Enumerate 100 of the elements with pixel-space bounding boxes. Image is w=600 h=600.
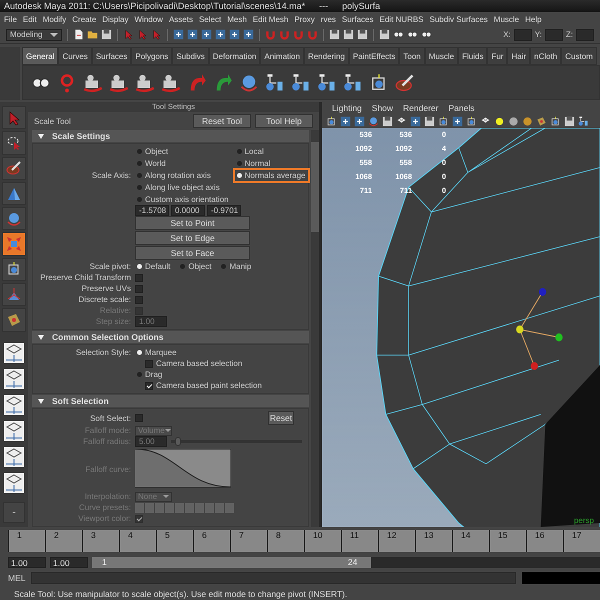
tool-button[interactable] (2, 207, 26, 230)
caret-icon[interactable] (164, 429, 171, 432)
menu-item[interactable]: Window (134, 14, 163, 24)
menu-item[interactable]: Edit (22, 14, 37, 24)
radio-button[interactable] (180, 264, 186, 269)
folder-icon[interactable] (87, 29, 98, 40)
radio-button[interactable] (236, 161, 242, 166)
save-icon[interactable] (424, 116, 435, 126)
checkbox[interactable] (145, 360, 153, 368)
shelf-tab[interactable]: General (22, 47, 58, 65)
coordinate-field[interactable] (514, 28, 532, 40)
document-icon[interactable] (73, 29, 84, 40)
radio-button[interactable] (221, 264, 226, 269)
number-field[interactable]: -1.5708 (135, 205, 169, 216)
panel-button[interactable]: Tool Help (255, 114, 313, 128)
menu-item[interactable]: Help (525, 14, 542, 24)
triangle-icon[interactable] (38, 398, 44, 404)
checkbox[interactable] (145, 382, 153, 390)
falloff-curve-graph[interactable] (135, 449, 231, 489)
shelf-tab[interactable]: nCloth (530, 47, 562, 65)
node-icon[interactable] (265, 72, 285, 92)
save-icon[interactable] (329, 29, 340, 40)
tool-button[interactable] (2, 182, 26, 206)
menu-item[interactable]: Panels (448, 103, 474, 113)
arrow-cursor-icon[interactable] (151, 29, 162, 40)
caret-icon[interactable] (50, 32, 58, 36)
panel-button[interactable]: Reset Tool (193, 114, 251, 128)
start-time-field[interactable]: 1.00 (8, 556, 46, 568)
section-header[interactable]: Scale Settings (32, 130, 309, 142)
layout-icon[interactable] (3, 368, 25, 390)
action-button[interactable]: Set to Edge (135, 231, 250, 245)
menu-item[interactable]: rves (320, 14, 336, 24)
node-icon[interactable] (578, 116, 589, 126)
layout-icon[interactable] (3, 342, 25, 364)
scale-manipulator-drawing[interactable] (516, 288, 563, 370)
cube-icon[interactable] (326, 116, 337, 126)
shelf-tab[interactable]: Muscle (424, 47, 458, 65)
textured-sphere-icon[interactable] (522, 116, 533, 126)
menu-item[interactable]: Subdiv Surfaces (430, 14, 488, 24)
menu-item[interactable]: Show (372, 103, 394, 113)
cube-icon[interactable] (466, 116, 477, 126)
layout-icon[interactable] (3, 446, 25, 468)
radio-button[interactable] (137, 149, 142, 154)
tool-button[interactable] (2, 308, 26, 332)
tool-button[interactable] (2, 131, 26, 155)
checkbox[interactable] (135, 296, 143, 304)
radio-button[interactable] (236, 173, 242, 178)
shelf-tab[interactable]: Toon (399, 47, 425, 65)
coordinate-field[interactable] (576, 28, 594, 40)
radio-button[interactable] (137, 197, 142, 202)
arrow-cursor-icon[interactable] (123, 29, 134, 40)
mesh-drawing[interactable] (376, 128, 600, 527)
shaded-sphere-icon[interactable] (508, 116, 519, 126)
save-icon[interactable] (357, 29, 368, 40)
select-mode-icon[interactable] (452, 116, 463, 126)
select-mode-icon[interactable] (215, 29, 226, 40)
shelf-tab[interactable]: Polygons (131, 47, 172, 65)
tool-button[interactable] (2, 156, 26, 180)
menu-item[interactable]: Select (198, 14, 222, 24)
shelf-tab[interactable]: Rendering (304, 47, 349, 65)
select-mode-icon[interactable] (354, 116, 365, 126)
playback-start-field[interactable]: 1.00 (50, 556, 88, 568)
select-mode-icon[interactable] (201, 29, 212, 40)
tool-button[interactable] (2, 258, 26, 282)
menu-item[interactable]: Modify (42, 14, 66, 24)
shelf-tab[interactable]: Hair (507, 47, 530, 65)
select-mode-icon[interactable] (187, 29, 198, 40)
menu-item[interactable]: Create (72, 14, 96, 24)
paint-brush-icon[interactable] (395, 72, 415, 92)
layout-icon[interactable] (3, 420, 25, 442)
menu-item[interactable]: Assets (168, 14, 193, 24)
number-field[interactable]: -0.9701 (207, 205, 241, 216)
checkbox[interactable] (135, 274, 143, 282)
menu-item[interactable]: Proxy (294, 14, 315, 24)
arrow-cursor-icon[interactable] (137, 29, 148, 40)
shelf-tab[interactable]: PaintEffects (348, 47, 400, 65)
section-header[interactable]: Soft Selection (32, 395, 309, 407)
radio-button[interactable] (137, 161, 142, 166)
shelf-tab[interactable]: Curves (58, 47, 92, 65)
triangle-icon[interactable] (38, 334, 44, 340)
radio-button[interactable] (137, 264, 142, 269)
node-icon[interactable] (343, 72, 363, 92)
node-icon[interactable] (317, 72, 337, 92)
sphere-icon[interactable] (239, 72, 259, 92)
range-slider-bar[interactable]: 1 24 (92, 556, 372, 568)
menu-item[interactable]: Surfaces (342, 14, 374, 24)
number-field[interactable]: 0.0000 (171, 205, 205, 216)
radio-button[interactable] (236, 149, 242, 154)
shelf-tab[interactable]: Custom (561, 47, 597, 65)
collapse-button[interactable]: - (3, 502, 25, 524)
radio-button[interactable] (137, 173, 142, 178)
section-header[interactable]: Common Selection Options (32, 331, 309, 343)
coordinate-field[interactable] (544, 28, 563, 40)
select-mode-icon[interactable] (173, 29, 184, 40)
save-icon[interactable] (343, 29, 354, 40)
save-icon[interactable] (564, 116, 575, 126)
shelf-tab[interactable]: Animation (260, 47, 304, 65)
select-mode-icon[interactable] (410, 116, 421, 126)
mode-dropdown[interactable]: Modeling (6, 28, 62, 40)
shelf-tab[interactable]: Subdivs (172, 47, 209, 65)
